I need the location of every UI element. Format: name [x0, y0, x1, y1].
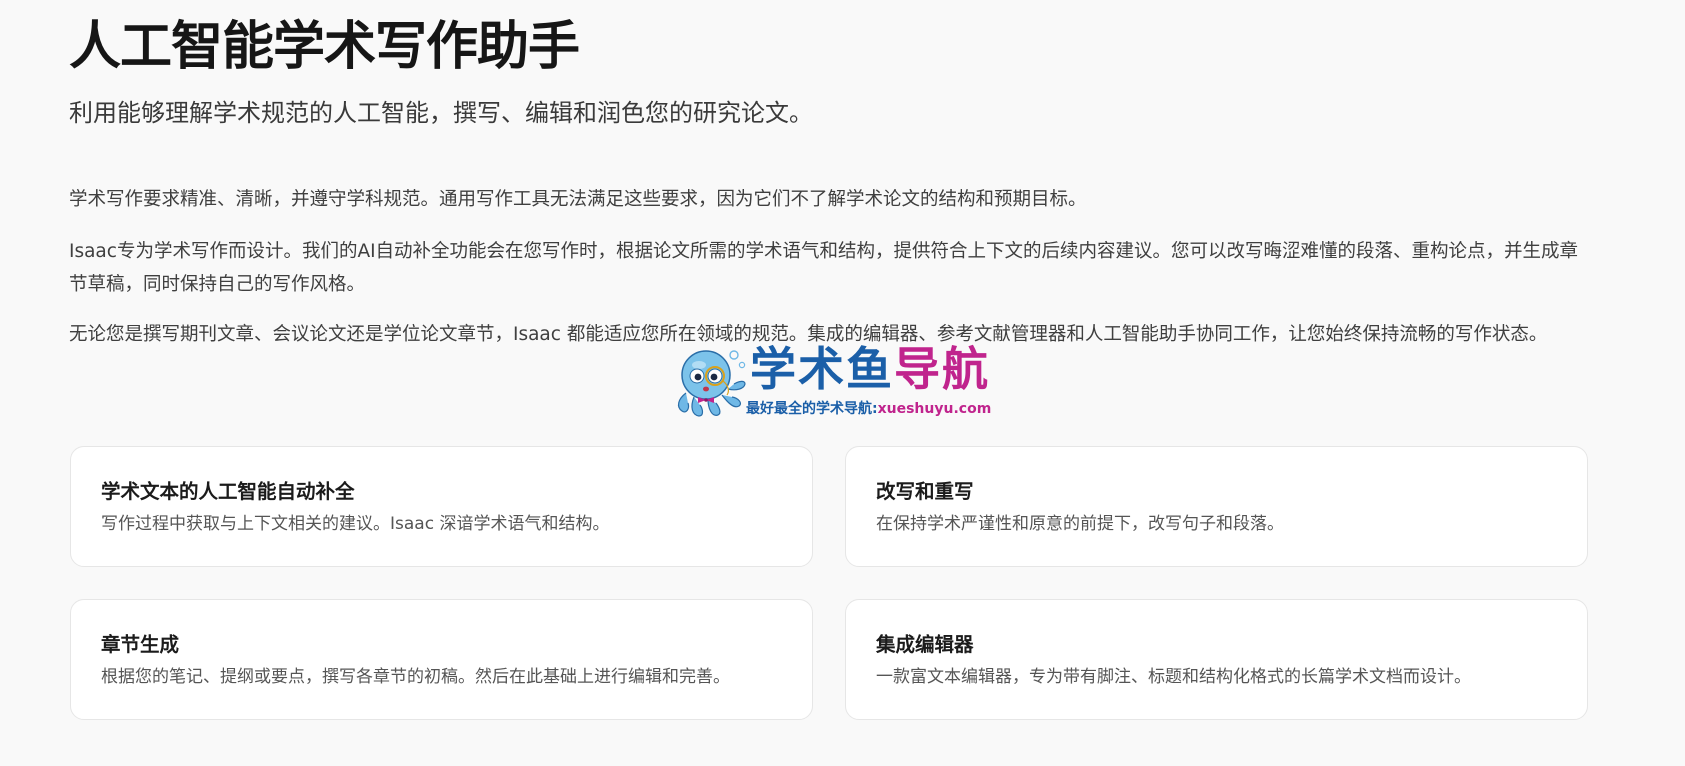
watermark-title-part: 学术鱼 — [750, 342, 894, 396]
feature-card-description: 根据您的笔记、提纲或要点，撰写各章节的初稿。然后在此基础上进行编辑和完善。 — [101, 667, 730, 687]
intro-paragraph: Isaac专为学术写作而设计。我们的AI自动补全功能会在您写作时，根据论文所需的… — [69, 241, 1579, 295]
feature-card-description: 写作过程中获取与上下文相关的建议。Isaac 深谙学术语气和结构。 — [101, 514, 610, 534]
feature-card-paraphrase: 改写和重写 在保持学术严谨性和原意的前提下，改写句子和段落。 — [845, 446, 1588, 567]
watermark-subtitle: 最好最全的学术导航:xueshuyu.com — [746, 400, 991, 418]
watermark-title-part: 导航 — [894, 342, 990, 396]
watermark: 学术鱼导航 最好最全的学术导航:xueshuyu.com — [672, 341, 1017, 423]
feature-card-title: 学术文本的人工智能自动补全 — [101, 480, 355, 503]
page-subtitle: 利用能够理解学术规范的人工智能，撰写、编辑和润色您的研究论文。 — [69, 99, 813, 127]
octopus-mascot-icon — [677, 350, 746, 417]
feature-card-title: 改写和重写 — [876, 480, 974, 503]
intro-paragraph: 学术写作要求精准、清晰，并遵守学科规范。通用写作工具无法满足这些要求，因为它们不… — [69, 189, 1087, 210]
watermark-title: 学术鱼导航 — [750, 341, 990, 397]
watermark-subtitle-part: 最好最全的学术导航: — [746, 401, 878, 417]
feature-card-description: 一款富文本编辑器，专为带有脚注、标题和结构化格式的长篇学术文档而设计。 — [876, 667, 1471, 687]
feature-card-title: 集成编辑器 — [876, 633, 974, 656]
feature-card-section-generation: 章节生成 根据您的笔记、提纲或要点，撰写各章节的初稿。然后在此基础上进行编辑和完… — [70, 599, 813, 720]
watermark-url: xueshuyu.com — [877, 401, 992, 417]
page: 人工智能学术写作助手 利用能够理解学术规范的人工智能，撰写、编辑和润色您的研究论… — [0, 0, 1685, 766]
feature-card-autocomplete: 学术文本的人工智能自动补全 写作过程中获取与上下文相关的建议。Isaac 深谙学… — [70, 446, 813, 567]
feature-card-description: 在保持学术严谨性和原意的前提下，改写句子和段落。 — [876, 514, 1284, 534]
feature-card-integrated-editor: 集成编辑器 一款富文本编辑器，专为带有脚注、标题和结构化格式的长篇学术文档而设计… — [845, 599, 1588, 720]
page-title: 人工智能学术写作助手 — [69, 17, 580, 77]
feature-card-title: 章节生成 — [101, 633, 180, 656]
